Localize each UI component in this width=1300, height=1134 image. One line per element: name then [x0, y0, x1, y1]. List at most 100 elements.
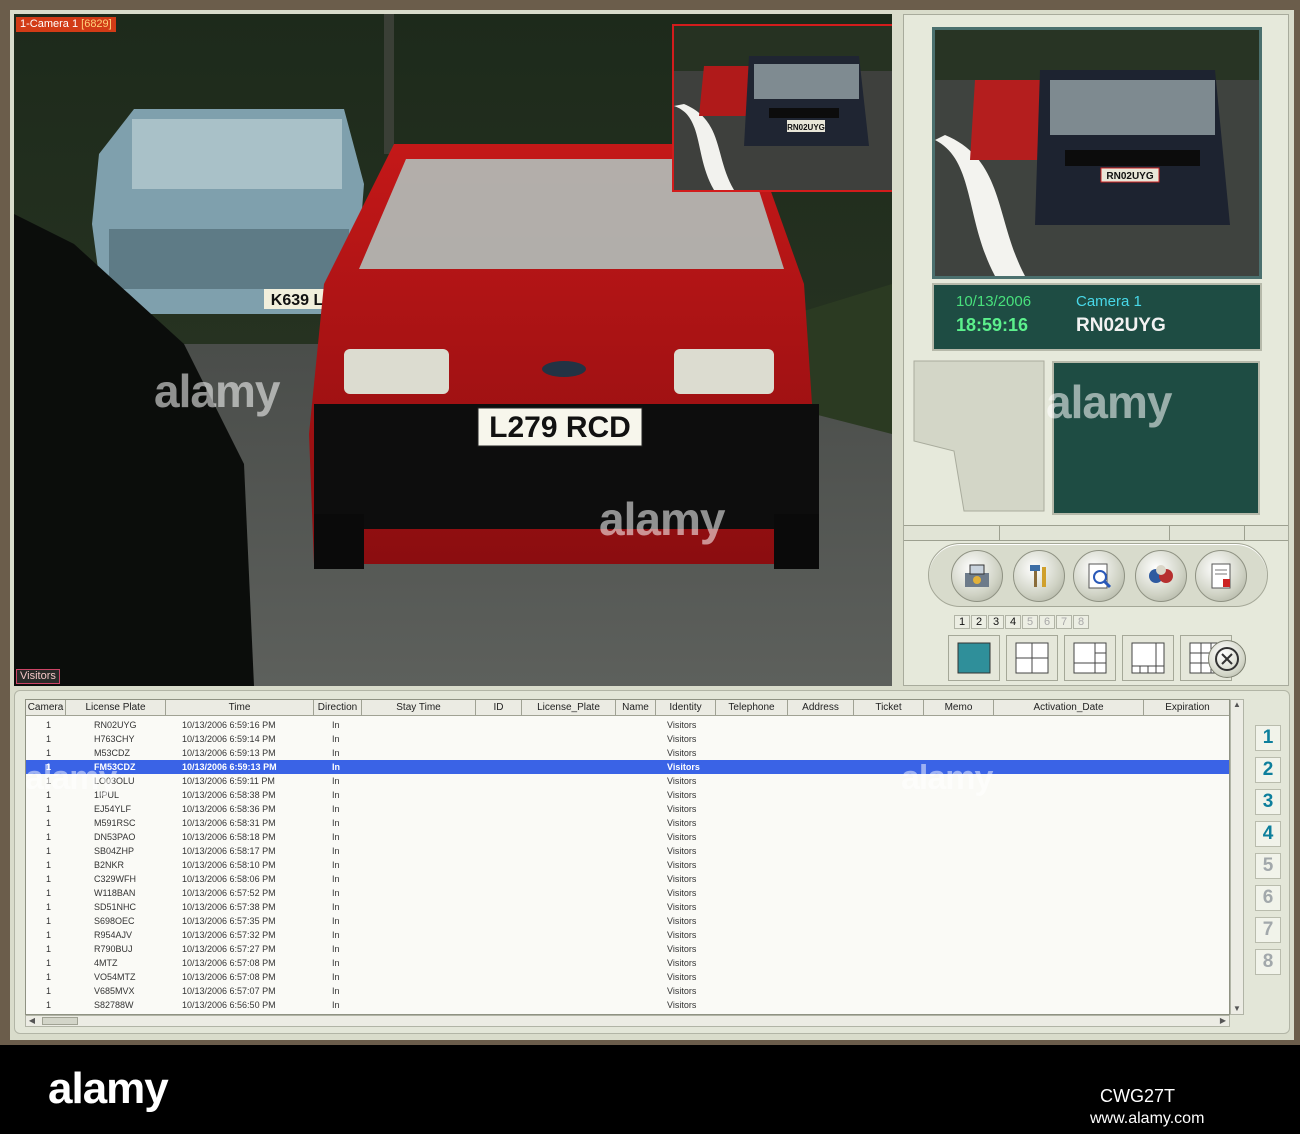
- camera-button-6[interactable]: 6: [1255, 885, 1281, 911]
- table-row[interactable]: 1 V685MVX 10/13/2006 6:57:07 PM In Visitors: [26, 984, 1229, 998]
- watermark-logo: alamy: [48, 1064, 169, 1113]
- cell-camera: 1: [46, 762, 52, 772]
- main-camera-view[interactable]: K639 L L279 RCD 1-Camera 1 [6829] RN02UY…: [14, 14, 892, 686]
- horizontal-scrollbar[interactable]: ◀ ▶: [25, 1015, 1230, 1027]
- capture-snapshot[interactable]: RN02UYG: [932, 27, 1262, 279]
- column-header[interactable]: Identity: [656, 700, 716, 716]
- cell-camera: 1: [46, 846, 52, 856]
- camera-settings-icon[interactable]: [951, 550, 1003, 602]
- column-header[interactable]: Memo: [924, 700, 994, 716]
- table-row[interactable]: 1 RN02UYG 10/13/2006 6:59:16 PM In Visitors: [26, 718, 1229, 732]
- close-icon[interactable]: [1208, 640, 1246, 678]
- page-tab-2[interactable]: 2: [971, 615, 987, 629]
- page-tab-4[interactable]: 4: [1005, 615, 1021, 629]
- camera-button-1[interactable]: 1: [1255, 725, 1281, 751]
- column-header[interactable]: Time: [166, 700, 314, 716]
- camera-button-2[interactable]: 2: [1255, 757, 1281, 783]
- table-row[interactable]: 1 FM53CDZ 10/13/2006 6:59:13 PM In Visitors: [26, 760, 1229, 774]
- scroll-down-icon[interactable]: ▼: [1231, 1004, 1243, 1014]
- cell-direction: In: [332, 818, 340, 828]
- cell-plate: S82788W: [94, 1000, 134, 1010]
- event-log-table: Camera License Plate Time Direction Stay Tim…: [25, 699, 1230, 1015]
- cell-plate: EJ54YLF: [94, 804, 132, 814]
- column-header[interactable]: License Plate: [66, 700, 166, 716]
- table-row[interactable]: 1 EJ54YLF 10/13/2006 6:58:36 PM In Visitors: [26, 802, 1229, 816]
- column-header[interactable]: Telephone: [716, 700, 788, 716]
- cell-direction: In: [332, 748, 340, 758]
- column-header[interactable]: ID: [476, 700, 522, 716]
- cell-plate: M591RSC: [94, 818, 136, 828]
- cell-camera: 1: [46, 818, 52, 828]
- table-row[interactable]: 1 M591RSC 10/13/2006 6:58:31 PM In Visitors: [26, 816, 1229, 830]
- table-row[interactable]: 1 1IPUL 10/13/2006 6:58:38 PM In Visitors: [26, 788, 1229, 802]
- cell-time: 10/13/2006 6:58:17 PM: [182, 846, 276, 856]
- cell-time: 10/13/2006 6:59:14 PM: [182, 734, 276, 744]
- table-row[interactable]: 1 VO54MTZ 10/13/2006 6:57:08 PM In Visitors: [26, 970, 1229, 984]
- table-row[interactable]: 1 DN53PAO 10/13/2006 6:58:18 PM In Visitors: [26, 830, 1229, 844]
- table-row[interactable]: 1 H763CHY 10/13/2006 6:59:14 PM In Visitors: [26, 732, 1229, 746]
- column-header[interactable]: Name: [616, 700, 656, 716]
- film-reel-icon[interactable]: [1135, 550, 1187, 602]
- table-row[interactable]: 1 M53CDZ 10/13/2006 6:59:13 PM In Visitors: [26, 746, 1229, 760]
- table-row[interactable]: 1 LO03OLU 10/13/2006 6:59:11 PM In Visitors: [26, 774, 1229, 788]
- table-row[interactable]: 1 SD51NHC 10/13/2006 6:57:38 PM In Visitors: [26, 900, 1229, 914]
- cell-identity: Visitors: [667, 916, 697, 926]
- column-header[interactable]: Ticket: [854, 700, 924, 716]
- scroll-thumb[interactable]: [42, 1017, 78, 1025]
- table-row[interactable]: 1 R790BUJ 10/13/2006 6:57:27 PM In Visitors: [26, 942, 1229, 956]
- page-tab-7[interactable]: 7: [1056, 615, 1072, 629]
- camera-button-5[interactable]: 5: [1255, 853, 1281, 879]
- vertical-scrollbar[interactable]: ▲ ▼: [1230, 699, 1244, 1015]
- column-header[interactable]: Stay Time: [362, 700, 476, 716]
- cell-time: 10/13/2006 6:57:07 PM: [182, 986, 276, 996]
- cell-plate: W118BAN: [94, 888, 136, 898]
- cell-camera: 1: [46, 832, 52, 842]
- event-log-panel: Camera License Plate Time Direction Stay Tim…: [14, 690, 1290, 1034]
- column-header[interactable]: Activation_Date: [994, 700, 1144, 716]
- table-row[interactable]: 1 S82788W 10/13/2006 6:56:50 PM In Visitors: [26, 998, 1229, 1012]
- camera-button-8[interactable]: 8: [1255, 949, 1281, 975]
- scroll-up-icon[interactable]: ▲: [1231, 700, 1243, 710]
- page-tab-5[interactable]: 5: [1022, 615, 1038, 629]
- page-tab-3[interactable]: 3: [988, 615, 1004, 629]
- cell-time: 10/13/2006 6:57:08 PM: [182, 972, 276, 982]
- plate-zoom-inset[interactable]: RN02UYG: [672, 24, 892, 192]
- cell-camera: 1: [46, 902, 52, 912]
- camera-button-3[interactable]: 3: [1255, 789, 1281, 815]
- svg-text:K639 L: K639 L: [271, 292, 324, 309]
- camera-button-4[interactable]: 4: [1255, 821, 1281, 847]
- page-tab-8[interactable]: 8: [1073, 615, 1089, 629]
- page-tab-1[interactable]: 1: [954, 615, 970, 629]
- camera-button-7[interactable]: 7: [1255, 917, 1281, 943]
- table-row[interactable]: 1 W118BAN 10/13/2006 6:57:52 PM In Visitors: [26, 886, 1229, 900]
- column-header[interactable]: Camera: [26, 700, 66, 716]
- column-header[interactable]: License_Plate: [522, 700, 616, 716]
- search-document-icon[interactable]: [1073, 550, 1125, 602]
- cell-direction: In: [332, 734, 340, 744]
- tools-icon[interactable]: [1013, 550, 1065, 602]
- scroll-left-icon[interactable]: ◀: [26, 1016, 38, 1026]
- column-header[interactable]: Expiration: [1144, 700, 1229, 716]
- table-row[interactable]: 1 B2NKR 10/13/2006 6:58:10 PM In Visitors: [26, 858, 1229, 872]
- scroll-right-icon[interactable]: ▶: [1217, 1016, 1229, 1026]
- cell-identity: Visitors: [667, 790, 697, 800]
- table-row[interactable]: 1 SB04ZHP 10/13/2006 6:58:17 PM In Visitors: [26, 844, 1229, 858]
- layout-single-button[interactable]: [948, 635, 1000, 681]
- layout-six-button[interactable]: [1064, 635, 1116, 681]
- cell-direction: In: [332, 916, 340, 926]
- table-row[interactable]: 1 S698OEC 10/13/2006 6:57:35 PM In Visitors: [26, 914, 1229, 928]
- layout-eight-button[interactable]: [1122, 635, 1174, 681]
- cell-time: 10/13/2006 6:56:50 PM: [182, 1000, 276, 1010]
- table-row[interactable]: 1 C329WFH 10/13/2006 6:58:06 PM In Visitors: [26, 872, 1229, 886]
- cell-plate: DN53PAO: [94, 832, 136, 842]
- table-row[interactable]: 1 R954AJV 10/13/2006 6:57:32 PM In Visitors: [26, 928, 1229, 942]
- cell-camera: 1: [46, 972, 52, 982]
- page-tab-6[interactable]: 6: [1039, 615, 1055, 629]
- tool-toolbar: [928, 543, 1268, 607]
- column-header[interactable]: Direction: [314, 700, 362, 716]
- column-header[interactable]: Address: [788, 700, 854, 716]
- report-icon[interactable]: [1195, 550, 1247, 602]
- cell-direction: In: [332, 720, 340, 730]
- table-row[interactable]: 1 4MTZ 10/13/2006 6:57:08 PM In Visitors: [26, 956, 1229, 970]
- layout-quad-button[interactable]: [1006, 635, 1058, 681]
